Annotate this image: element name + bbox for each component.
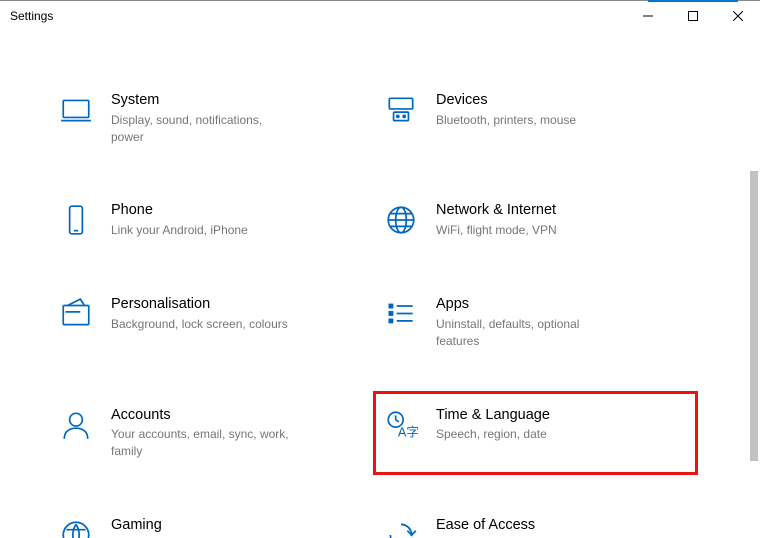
tile-label: System [111, 91, 356, 110]
accounts-icon [59, 408, 93, 442]
system-icon [59, 93, 93, 127]
personalisation-icon [59, 297, 93, 331]
tile-label: Personalisation [111, 295, 356, 314]
settings-content: System Display, sound, notifications, po… [0, 31, 746, 538]
window-controls [625, 1, 760, 31]
tile-desc: Link your Android, iPhone [111, 222, 296, 239]
tile-label: Gaming [111, 516, 356, 535]
tile-ease-of-access[interactable]: Ease of Access [378, 506, 693, 538]
scrollbar-thumb[interactable] [750, 171, 758, 461]
time-language-icon: A字 [384, 408, 418, 442]
tile-time-language[interactable]: A字 Time & Language Speech, region, date [378, 396, 693, 470]
tile-apps[interactable]: Apps Uninstall, defaults, optional featu… [378, 285, 693, 359]
tile-label: Time & Language [436, 406, 681, 425]
gaming-icon [59, 518, 93, 538]
tile-system[interactable]: System Display, sound, notifications, po… [53, 81, 368, 155]
tile-network[interactable]: Network & Internet WiFi, flight mode, VP… [378, 191, 693, 249]
tile-label: Network & Internet [436, 201, 681, 220]
tile-label: Apps [436, 295, 681, 314]
settings-grid: System Display, sound, notifications, po… [53, 81, 693, 538]
tile-desc: Your accounts, email, sync, work, family [111, 426, 296, 460]
tile-phone[interactable]: Phone Link your Android, iPhone [53, 191, 368, 249]
tile-desc: Uninstall, defaults, optional features [436, 316, 621, 350]
minimize-button[interactable] [625, 1, 670, 31]
titlebar: Settings [0, 1, 760, 31]
apps-icon [384, 297, 418, 331]
tile-desc: Bluetooth, printers, mouse [436, 112, 621, 129]
tile-devices[interactable]: Devices Bluetooth, printers, mouse [378, 81, 693, 155]
tile-label: Accounts [111, 406, 356, 425]
network-icon [384, 203, 418, 237]
tile-desc: Background, lock screen, colours [111, 316, 296, 333]
tile-accounts[interactable]: Accounts Your accounts, email, sync, wor… [53, 396, 368, 470]
devices-icon [384, 93, 418, 127]
tile-desc: WiFi, flight mode, VPN [436, 222, 621, 239]
tile-gaming[interactable]: Gaming [53, 506, 368, 538]
tile-desc: Display, sound, notifications, power [111, 112, 296, 146]
ease-of-access-icon [384, 518, 418, 538]
tile-label: Phone [111, 201, 356, 220]
tile-label: Devices [436, 91, 681, 110]
svg-text:A字: A字 [398, 424, 418, 439]
window-title: Settings [10, 9, 53, 23]
tile-label: Ease of Access [436, 516, 681, 535]
maximize-button[interactable] [670, 1, 715, 31]
phone-icon [59, 203, 93, 237]
close-button[interactable] [715, 1, 760, 31]
tile-personalisation[interactable]: Personalisation Background, lock screen,… [53, 285, 368, 359]
tile-desc: Speech, region, date [436, 426, 621, 443]
